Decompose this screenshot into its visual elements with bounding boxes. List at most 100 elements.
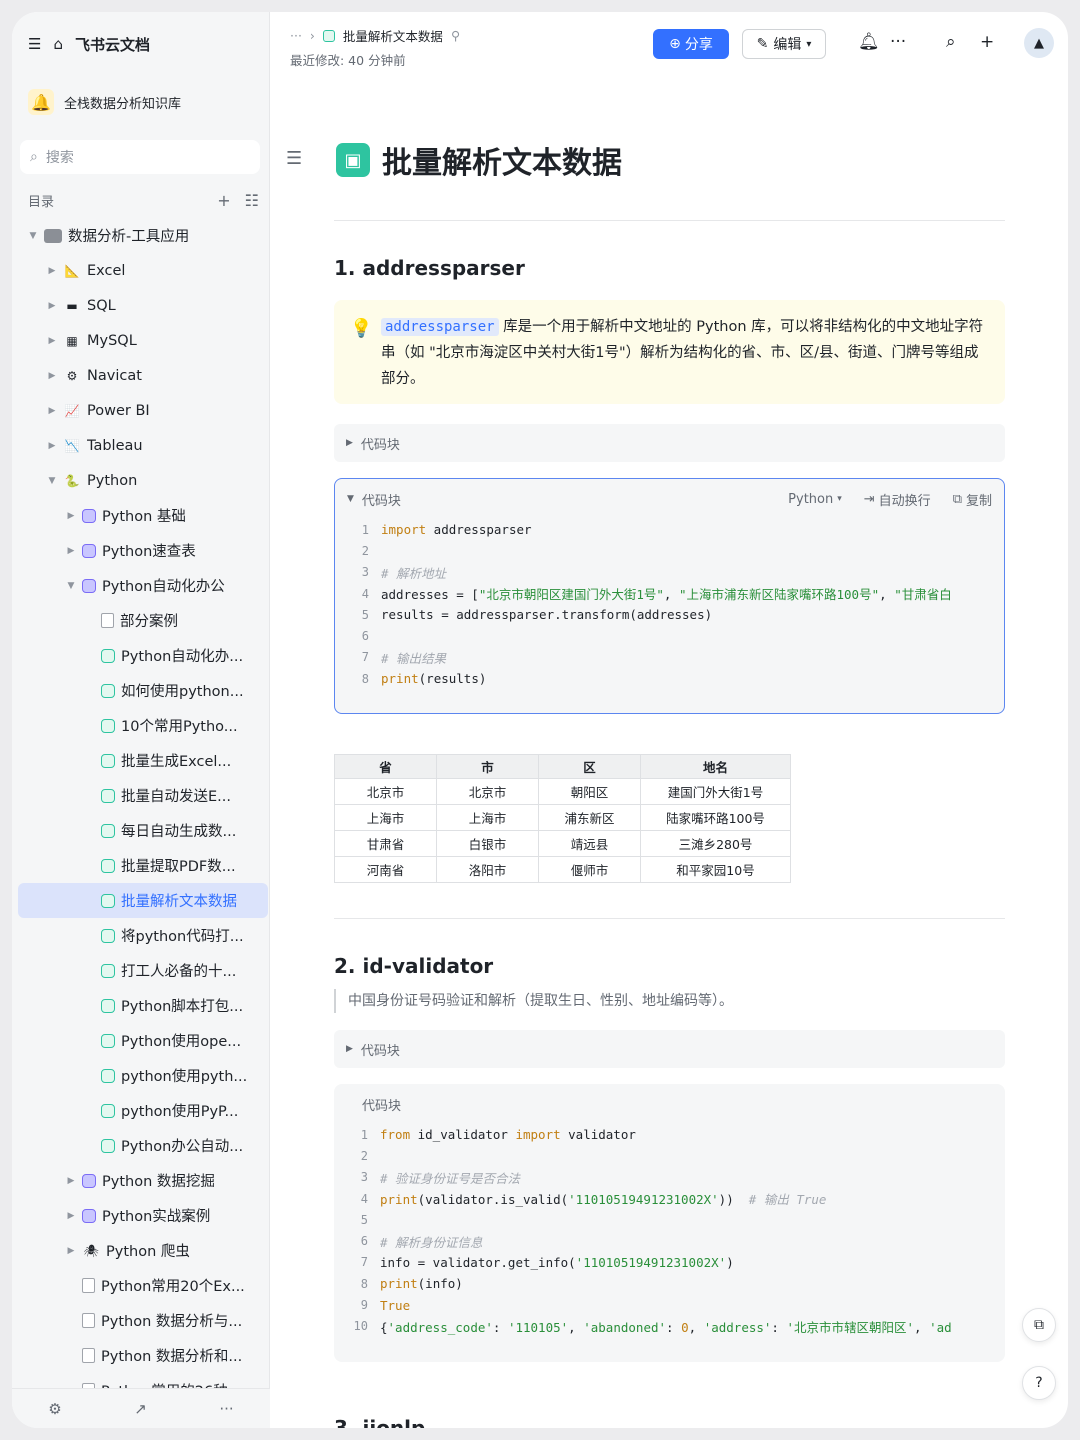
sidebar-tree-item[interactable]: ▼ 🐍 Python [18,463,268,498]
caret-right-icon[interactable]: ▶ [64,546,78,556]
edit-button[interactable]: ✎ 编辑 ▾ [742,29,826,59]
settings-icon[interactable]: ⚙ [48,1400,61,1418]
table-cell[interactable]: 陆家嘴环路100号 [640,804,791,831]
share-button[interactable]: ⊕ 分享 [653,29,729,59]
sidebar-tree-item[interactable]: ▶ ⚙ Navicat [18,358,268,393]
help-icon[interactable]: ? [1022,1366,1056,1400]
sidebar-tree-item[interactable]: ▼ 数据分析-工具应用 [18,218,268,253]
sidebar-tree-item[interactable]: python使用pyth... [18,1058,268,1093]
heading-id-validator[interactable]: 2. id-validator [334,954,493,978]
sidebar-tree-item[interactable]: 每日自动生成数... [18,813,268,848]
table-cell[interactable]: 三滩乡280号 [640,830,791,857]
sidebar-tree-item[interactable]: ▶ ▦ MySQL [18,323,268,358]
sidebar-tree-item[interactable]: ▶ 📉 Tableau [18,428,268,463]
code-block-id-validator[interactable]: 代码块 1 from id_validator import validator … [334,1084,1005,1362]
sidebar-tree-item[interactable]: 批量生成Excel... [18,743,268,778]
wrap-toggle[interactable]: ⇥ 自动换行 [864,490,931,509]
sidebar-tree-item[interactable]: ▶ Python 数据挖掘 [18,1163,268,1198]
outline-toggle-icon[interactable]: ☰ [286,148,302,169]
sidebar-tree-item[interactable]: 部分案例 [18,603,268,638]
collapsed-code-block[interactable]: ▶ 代码块 [334,1030,1005,1068]
notification-icon[interactable]: 🔔︎ [858,32,880,52]
sidebar-tree-item[interactable]: 批量提取PDF数... [18,848,268,883]
caret-right-icon[interactable]: ▶ [45,336,59,346]
sidebar-tree-item[interactable]: 批量解析文本数据 [18,883,268,918]
sidebar-tree-item[interactable]: ▶ 🕷 Python 爬虫 [18,1233,268,1268]
sidebar-tree-item[interactable]: 打工人必备的十... [18,953,268,988]
plus-icon[interactable]: + [980,32,994,52]
list-icon[interactable]: ☷ [245,191,259,210]
home-icon[interactable]: ⌂ [53,35,63,53]
table-cell[interactable]: 浦东新区 [538,804,641,831]
copy-button[interactable]: ⧉ 复制 [953,490,992,509]
knowledge-base-header[interactable]: 🔔 全栈数据分析知识库 [28,88,255,116]
breadcrumb-more[interactable]: ··· [290,28,302,43]
add-icon[interactable]: + [217,191,230,210]
table-cell[interactable]: 北京市 [436,778,539,805]
callout[interactable]: 💡 addressparser 库是一个用于解析中文地址的 Python 库，可… [334,300,1005,404]
share-out-icon[interactable]: ↗ [134,1400,147,1418]
caret-down-icon[interactable]: ▼ [26,231,40,241]
table-cell[interactable]: 偃师市 [538,856,641,883]
sidebar-tree-item[interactable]: python使用PyP... [18,1093,268,1128]
table-cell[interactable]: 建国门外大街1号 [640,778,791,805]
quote-block[interactable]: 中国身份证号码验证和解析（提取生日、性别、地址编码等）。 [334,989,733,1013]
table-cell[interactable]: 甘肃省 [334,830,437,857]
caret-right-icon[interactable]: ▶ [64,1246,78,1256]
sidebar-tree-item[interactable]: Python常用20个Ex... [18,1268,268,1303]
table-cell[interactable]: 洛阳市 [436,856,539,883]
caret-right-icon[interactable]: ▶ [45,406,59,416]
language-select[interactable]: Python ▾ [788,492,842,507]
sidebar-tree-item[interactable]: ▶ 📈 Power BI [18,393,268,428]
table-cell[interactable]: 河南省 [334,856,437,883]
code-block-addressparser[interactable]: ▼ 代码块 Python ▾ ⇥ 自动换行 ⧉ 复制 1 import addressp… [334,478,1005,714]
sidebar-tree-item[interactable]: ▶ Python速查表 [18,533,268,568]
table-cell[interactable]: 上海市 [436,804,539,831]
search-input[interactable]: ⌕ 搜索 [20,140,260,174]
sidebar-tree-item[interactable]: ▼ Python自动化办公 [18,568,268,603]
app-title[interactable]: 飞书云文档 [75,34,150,55]
caret-down-icon[interactable]: ▼ [347,494,354,504]
sidebar-tree-item[interactable]: ▶ Python实战案例 [18,1198,268,1233]
sidebar-tree-item[interactable]: Python 数据分析和... [18,1338,268,1373]
caret-right-icon[interactable]: ▶ [64,1211,78,1221]
table-cell[interactable]: 北京市 [334,778,437,805]
sidebar-tree-item[interactable]: 10个常用Pytho... [18,708,268,743]
search-icon[interactable]: ⌕ [946,32,956,52]
sidebar-tree-item[interactable]: Python 数据分析与... [18,1303,268,1338]
sidebar-tree-item[interactable]: 将python代码打... [18,918,268,953]
sidebar-tree-item[interactable]: Python脚本打包... [18,988,268,1023]
sidebar-tree-item[interactable]: 如何使用python... [18,673,268,708]
code-lines[interactable]: 1 from id_validator import validator 2 3 #… [334,1124,1005,1337]
caret-down-icon[interactable]: ▼ [45,476,59,486]
caret-right-icon[interactable]: ▶ [45,301,59,311]
table-cell[interactable]: 上海市 [334,804,437,831]
caret-right-icon[interactable]: ▶ [45,441,59,451]
more-icon[interactable]: ··· [219,1400,233,1418]
breadcrumb-current[interactable]: 批量解析文本数据 [343,26,443,45]
doc-copy-icon[interactable]: ⧉ [1022,1308,1056,1342]
sidebar-tree-item[interactable]: ▶ ▬ SQL [18,288,268,323]
sidebar-tree-item[interactable]: ▶ 📐 Excel [18,253,268,288]
sidebar-tree-item[interactable]: 批量自动发送E... [18,778,268,813]
heading-addressparser[interactable]: 1. addressparser [334,256,525,280]
code-lines[interactable]: 1 import addressparser 2 3 # 解析地址 4 address… [335,519,1004,689]
sidebar-tree-item[interactable]: Python使用ope... [18,1023,268,1058]
caret-right-icon[interactable]: ▶ [45,371,59,381]
pin-icon[interactable]: ⚲ [451,28,460,43]
more-options-icon[interactable]: ··· [890,32,906,52]
avatar[interactable]: ▲ [1024,28,1054,58]
collapse-sidebar-icon[interactable]: ☰ [28,35,41,53]
caret-right-icon[interactable]: ▶ [64,1176,78,1186]
page-title-text[interactable]: 批量解析文本数据 [382,138,622,182]
table-cell[interactable]: 和平家园10号 [640,856,791,883]
heading-jionlp[interactable]: 3. jionlp [334,1416,425,1428]
collapsed-code-block[interactable]: ▶ 代码块 [334,424,1005,462]
sidebar-tree-item[interactable]: Python办公自动... [18,1128,268,1163]
table-cell[interactable]: 白银市 [436,830,539,857]
caret-right-icon[interactable]: ▶ [45,266,59,276]
table-cell[interactable]: 朝阳区 [538,778,641,805]
caret-down-icon[interactable]: ▼ [64,581,78,591]
sidebar-tree-item[interactable]: ▶ Python 基础 [18,498,268,533]
caret-right-icon[interactable]: ▶ [64,511,78,521]
